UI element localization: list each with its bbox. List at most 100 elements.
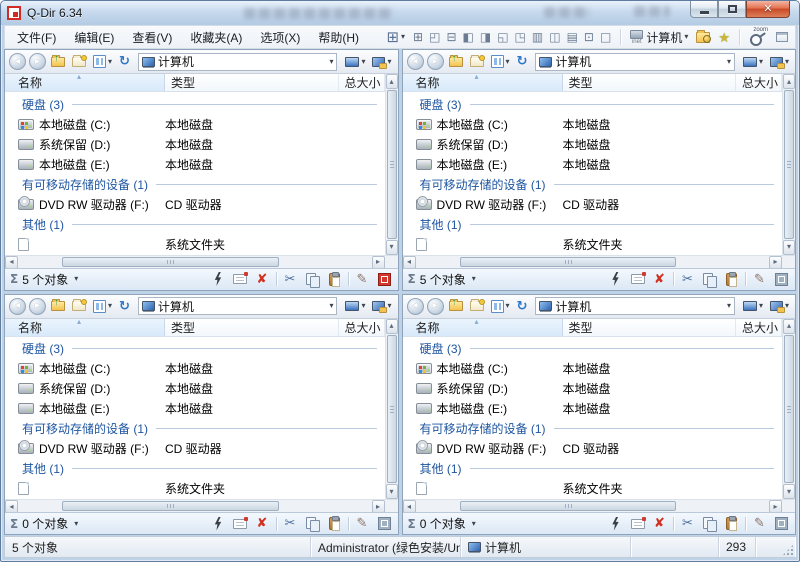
scroll-down-icon[interactable]: ▾ bbox=[386, 484, 398, 499]
inet-computer-button[interactable]: inet 计算机 ▾ bbox=[627, 28, 691, 47]
file-row[interactable]: 本地磁盘 (C:)本地磁盘 bbox=[5, 359, 385, 379]
group-header[interactable]: 有可移动存储的设备 (1) bbox=[5, 419, 385, 439]
up-button[interactable]: ↑ bbox=[49, 56, 67, 68]
column-size[interactable]: 总大小 bbox=[339, 74, 385, 91]
turbo-button[interactable] bbox=[210, 271, 227, 288]
up-button[interactable]: ↑ bbox=[447, 56, 465, 68]
group-header[interactable]: 其他 (1) bbox=[5, 459, 385, 479]
views-button[interactable]: ▾ bbox=[91, 54, 114, 69]
scroll-down-icon[interactable]: ▾ bbox=[783, 240, 795, 255]
rename-button[interactable] bbox=[232, 515, 249, 532]
column-name[interactable]: 名称▴ bbox=[5, 74, 165, 91]
back-button[interactable]: ◂ bbox=[9, 53, 26, 70]
horizontal-scrollbar[interactable]: ◂ ▸ bbox=[403, 499, 796, 512]
new-folder-button[interactable] bbox=[70, 56, 88, 68]
cut-button[interactable]: ✂ bbox=[282, 515, 299, 532]
refresh-button[interactable]: ↻ bbox=[117, 299, 132, 314]
file-row[interactable]: 系统文件夹 bbox=[403, 479, 783, 499]
delete-button[interactable]: ✘ bbox=[651, 515, 668, 532]
scrollbar-thumb[interactable] bbox=[460, 501, 677, 511]
screen-menu-button[interactable]: ▾ bbox=[741, 300, 765, 312]
file-row[interactable]: DVD RW 驱动器 (F:)CD 驱动器 bbox=[5, 439, 385, 459]
copy-button[interactable] bbox=[701, 515, 718, 532]
horizontal-scrollbar[interactable]: ◂ ▸ bbox=[5, 255, 398, 268]
delete-button[interactable]: ✘ bbox=[254, 271, 271, 288]
scroll-down-icon[interactable]: ▾ bbox=[783, 484, 795, 499]
screen-menu-button[interactable]: ▾ bbox=[343, 56, 367, 68]
column-name[interactable]: 名称▴ bbox=[403, 74, 563, 91]
file-row[interactable]: 本地磁盘 (E:)本地磁盘 bbox=[5, 154, 385, 174]
computer-menu-button[interactable]: ▾ bbox=[370, 300, 393, 312]
layout-right-half-button[interactable]: ◨ bbox=[477, 30, 494, 44]
paste-button[interactable] bbox=[723, 271, 740, 288]
turbo-button[interactable] bbox=[607, 271, 624, 288]
cut-button[interactable]: ✂ bbox=[679, 271, 696, 288]
views-button[interactable]: ▾ bbox=[91, 299, 114, 314]
refresh-button[interactable]: ↻ bbox=[515, 54, 530, 69]
active-pane-indicator[interactable] bbox=[773, 271, 790, 288]
edit-button[interactable]: ✎ bbox=[751, 515, 768, 532]
paste-button[interactable] bbox=[326, 271, 343, 288]
object-count[interactable]: 5 个对象 bbox=[22, 271, 68, 288]
address-dropdown-icon[interactable]: ▾ bbox=[727, 302, 731, 310]
object-count[interactable]: 0 个对象 bbox=[420, 515, 466, 532]
file-row[interactable]: 本地磁盘 (C:)本地磁盘 bbox=[403, 359, 783, 379]
file-row[interactable]: 系统保留 (D:)本地磁盘 bbox=[403, 134, 783, 154]
column-size[interactable]: 总大小 bbox=[736, 74, 782, 91]
file-row[interactable]: DVD RW 驱动器 (F:)CD 驱动器 bbox=[403, 439, 783, 459]
file-row[interactable]: 本地磁盘 (E:)本地磁盘 bbox=[5, 399, 385, 419]
address-dropdown-icon[interactable]: ▾ bbox=[727, 58, 731, 66]
layout-single-button[interactable]: □ bbox=[597, 30, 614, 44]
edit-button[interactable]: ✎ bbox=[354, 515, 371, 532]
layout-quad-left-button[interactable]: ◰ bbox=[426, 30, 443, 44]
new-folder-button[interactable] bbox=[468, 56, 486, 68]
views-button[interactable]: ▾ bbox=[489, 299, 512, 314]
paste-button[interactable] bbox=[723, 515, 740, 532]
menu-item[interactable]: 文件(F) bbox=[9, 26, 64, 49]
vertical-scrollbar[interactable]: ▴ ▾ bbox=[782, 319, 795, 500]
turbo-button[interactable] bbox=[210, 515, 227, 532]
layout-rows-button[interactable]: ▤ bbox=[564, 30, 581, 44]
computer-menu-button[interactable]: ▾ bbox=[768, 56, 791, 68]
object-count[interactable]: 5 个对象 bbox=[420, 271, 466, 288]
copy-button[interactable] bbox=[701, 271, 718, 288]
layout-left-half-button[interactable]: ◧ bbox=[460, 30, 477, 44]
new-folder-button[interactable] bbox=[70, 300, 88, 312]
forward-button[interactable]: ▸ bbox=[29, 298, 46, 315]
scrollbar-thumb[interactable] bbox=[784, 335, 794, 484]
column-type[interactable]: 类型 bbox=[165, 319, 339, 336]
file-row[interactable]: 系统保留 (D:)本地磁盘 bbox=[5, 134, 385, 154]
address-bar[interactable]: 计算机 ▾ bbox=[138, 53, 338, 71]
copy-button[interactable] bbox=[304, 271, 321, 288]
file-row[interactable]: DVD RW 驱动器 (F:)CD 驱动器 bbox=[403, 194, 783, 214]
file-row[interactable]: 系统保留 (D:)本地磁盘 bbox=[5, 379, 385, 399]
cut-button[interactable]: ✂ bbox=[282, 271, 299, 288]
forward-button[interactable]: ▸ bbox=[29, 53, 46, 70]
forward-button[interactable]: ▸ bbox=[427, 53, 444, 70]
edit-button[interactable]: ✎ bbox=[751, 271, 768, 288]
layout-menu-button[interactable]: ⊞ ▾ bbox=[383, 29, 408, 46]
column-type[interactable]: 类型 bbox=[165, 74, 339, 91]
folder-options-button[interactable] bbox=[693, 31, 713, 44]
group-header[interactable]: 硬盘 (3) bbox=[403, 94, 783, 114]
group-header[interactable]: 其他 (1) bbox=[5, 214, 385, 234]
active-pane-indicator[interactable] bbox=[376, 515, 393, 532]
scroll-up-icon[interactable]: ▴ bbox=[386, 74, 398, 89]
group-header[interactable]: 有可移动存储的设备 (1) bbox=[403, 419, 783, 439]
close-button[interactable]: ✕ bbox=[746, 1, 790, 18]
count-dropdown-icon[interactable]: ▾ bbox=[74, 520, 78, 528]
group-header[interactable]: 有可移动存储的设备 (1) bbox=[403, 174, 783, 194]
cut-button[interactable]: ✂ bbox=[679, 515, 696, 532]
computer-menu-button[interactable]: ▾ bbox=[768, 300, 791, 312]
file-row[interactable]: 本地磁盘 (E:)本地磁盘 bbox=[403, 399, 783, 419]
up-button[interactable]: ↑ bbox=[49, 300, 67, 312]
new-folder-button[interactable] bbox=[468, 300, 486, 312]
group-header[interactable]: 其他 (1) bbox=[403, 459, 783, 479]
file-row[interactable]: 系统保留 (D:)本地磁盘 bbox=[403, 379, 783, 399]
layout-quad-dot-button[interactable]: ⊡ bbox=[581, 30, 597, 44]
column-size[interactable]: 总大小 bbox=[736, 319, 782, 336]
paste-button[interactable] bbox=[326, 515, 343, 532]
minimize-button[interactable] bbox=[690, 1, 718, 18]
address-dropdown-icon[interactable]: ▾ bbox=[329, 302, 333, 310]
group-header[interactable]: 有可移动存储的设备 (1) bbox=[5, 174, 385, 194]
